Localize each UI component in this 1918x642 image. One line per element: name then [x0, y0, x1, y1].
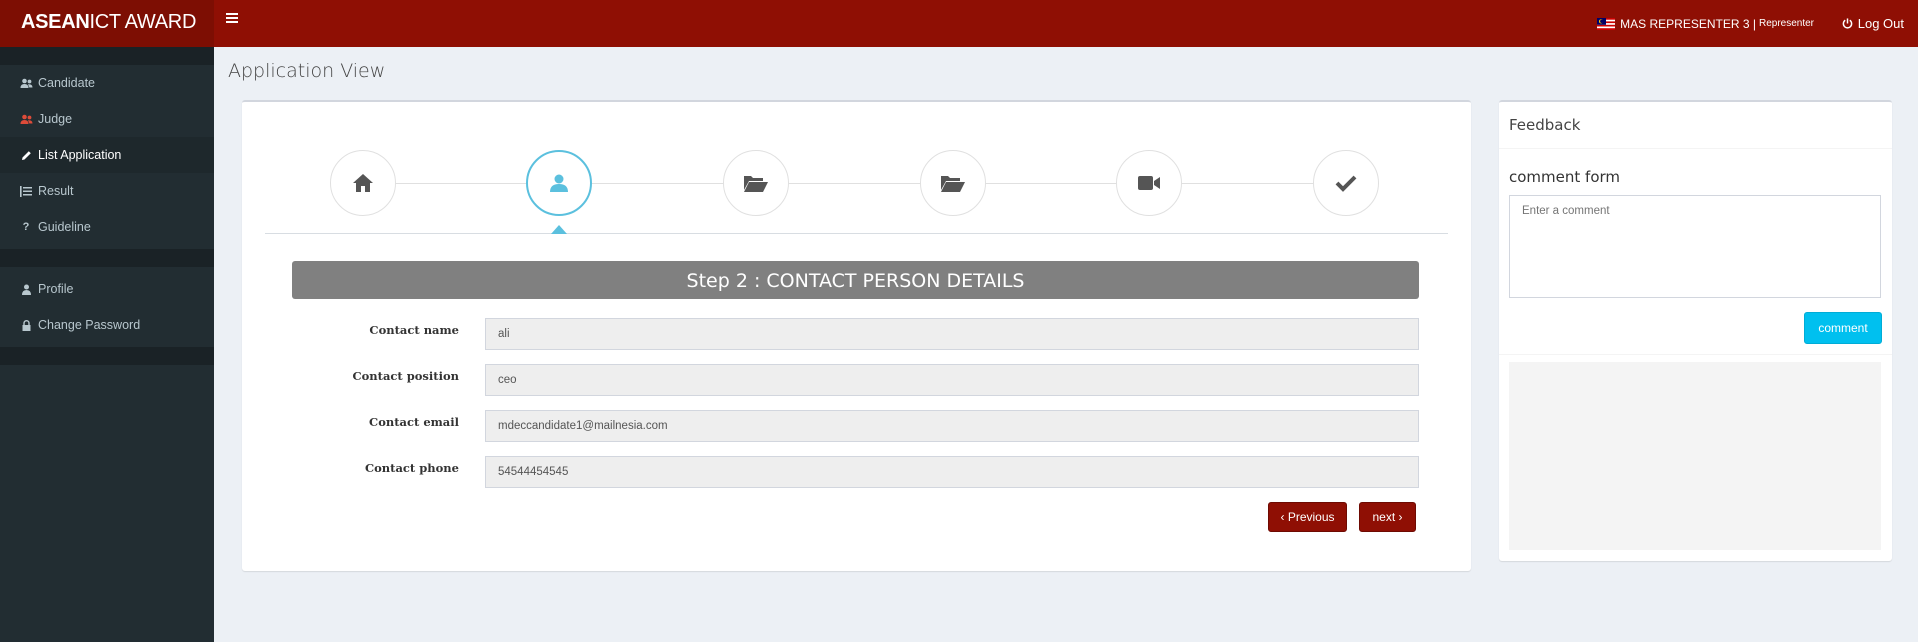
chevron-right-icon: ›	[1398, 510, 1403, 524]
feedback-box: Feedback comment form comment	[1499, 100, 1892, 561]
user-role: Representer	[1758, 18, 1814, 29]
contact-phone-label: Contact phone	[364, 461, 459, 475]
form-row-contact-email: Contact email mdeccandidate1@mailnesia.c…	[242, 410, 1471, 442]
contact-phone-field[interactable]: 54544454545	[485, 456, 1419, 488]
check-icon	[1335, 175, 1357, 192]
sidebar-item-label: Change Password	[38, 318, 141, 332]
app-logo[interactable]: ASEANICT AWARD	[0, 0, 214, 47]
step-wizard	[265, 102, 1448, 234]
user-icon	[550, 174, 568, 192]
user-icon	[18, 284, 34, 295]
form-row-contact-position: Contact position ceo	[242, 364, 1471, 396]
video-camera-icon	[1138, 176, 1160, 190]
contact-email-field[interactable]: mdeccandidate1@mailnesia.com	[485, 410, 1419, 442]
list-icon	[18, 185, 34, 197]
sidebar-item-result[interactable]: Result	[0, 173, 214, 209]
step-banner: Step 2 : CONTACT PERSON DETAILS	[292, 261, 1419, 299]
comment-button[interactable]: comment	[1804, 312, 1882, 344]
sidebar-item-candidate[interactable]: Candidate	[0, 65, 214, 101]
sidebar-toggle-icon[interactable]	[226, 13, 238, 25]
sidebar-item-label: Profile	[38, 282, 74, 296]
sidebar-item-label: List Application	[38, 148, 122, 162]
comments-list	[1509, 362, 1881, 550]
pencil-icon	[18, 150, 34, 161]
sidebar-divider	[0, 249, 214, 267]
question-icon: ?	[22, 221, 30, 233]
step-3-documents[interactable]	[723, 150, 789, 216]
comment-form-title: comment form	[1509, 168, 1621, 186]
folder-open-icon	[744, 176, 768, 192]
logout-label: Log Out	[1857, 16, 1904, 31]
sidebar-item-judge[interactable]: Judge	[0, 101, 214, 137]
sidebar-item-list-application[interactable]: List Application	[0, 137, 214, 173]
contact-position-label: Contact position	[352, 369, 459, 383]
comment-input[interactable]	[1509, 195, 1881, 298]
contact-position-field[interactable]: ceo	[485, 364, 1419, 396]
logout-button[interactable]: Log Out	[1842, 0, 1904, 47]
chevron-left-icon: ‹	[1280, 510, 1285, 524]
lock-icon	[18, 319, 34, 331]
step-5-video[interactable]	[1116, 150, 1182, 216]
sidebar-item-label: Guideline	[38, 220, 91, 234]
sidebar: Candidate Judge List Application Result …	[0, 47, 214, 642]
form-row-contact-phone: Contact phone 54544454545	[242, 456, 1471, 488]
sidebar-item-change-password[interactable]: Change Password	[0, 307, 214, 343]
user-name: MAS REPRESENTER 3 |	[1620, 16, 1756, 31]
sidebar-item-profile[interactable]: Profile	[0, 271, 214, 307]
user-menu[interactable]: MAS REPRESENTER 3 | Representer	[1597, 0, 1814, 47]
previous-button[interactable]: ‹ Previous	[1268, 502, 1347, 532]
step-4-documents[interactable]	[920, 150, 986, 216]
page-title: Application View	[228, 60, 386, 82]
malaysia-flag-icon	[1597, 17, 1616, 30]
sidebar-item-label: Result	[38, 184, 74, 198]
sidebar-item-label: Judge	[38, 112, 73, 126]
contact-name-label: Contact name	[369, 323, 459, 337]
contact-email-label: Contact email	[369, 415, 459, 429]
top-navbar: ASEANICT AWARD MAS REPRESENTER 3 | Repre…	[0, 0, 1918, 47]
users-icon	[18, 78, 34, 89]
active-step-indicator	[551, 225, 567, 234]
divider	[1499, 148, 1892, 149]
divider	[1499, 354, 1892, 355]
step-1-home[interactable]	[330, 150, 396, 216]
users-icon	[18, 114, 34, 125]
step-6-submit[interactable]	[1313, 150, 1379, 216]
wizard-progress-line	[349, 183, 1364, 184]
sidebar-divider	[0, 347, 214, 365]
power-icon	[1842, 18, 1853, 29]
folder-open-icon	[941, 176, 965, 192]
sidebar-item-guideline[interactable]: ? Guideline	[0, 209, 214, 245]
application-box: Step 2 : CONTACT PERSON DETAILS Contact …	[242, 100, 1471, 571]
feedback-title: Feedback	[1509, 116, 1581, 134]
step-2-contact[interactable]	[526, 150, 592, 216]
contact-name-field[interactable]: ali	[485, 318, 1419, 350]
next-button[interactable]: next ›	[1359, 502, 1416, 532]
home-icon	[353, 174, 373, 192]
sidebar-item-label: Candidate	[38, 76, 95, 90]
form-row-contact-name: Contact name ali	[242, 318, 1471, 350]
